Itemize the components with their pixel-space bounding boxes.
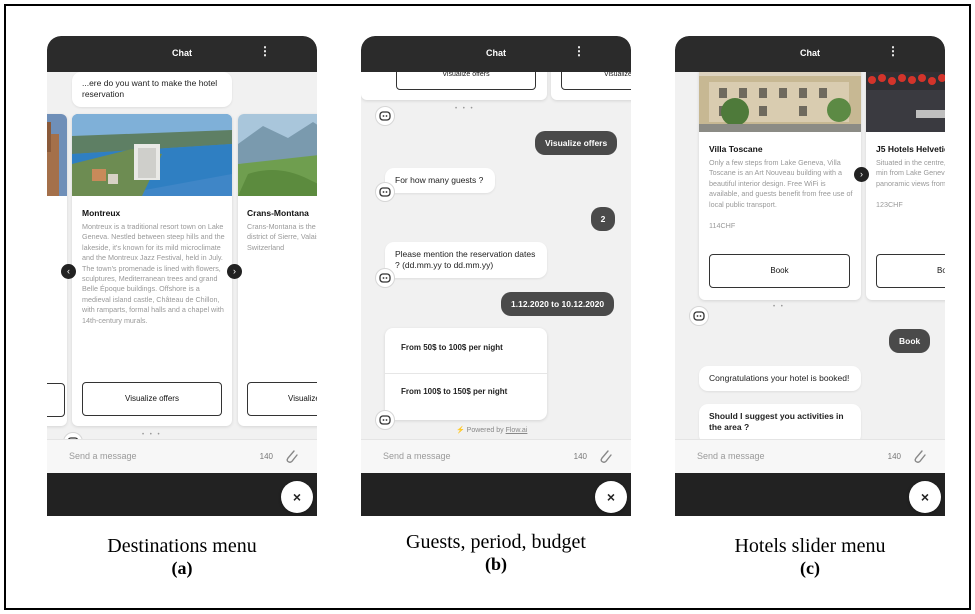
chat-header: Chat ⋮	[361, 36, 631, 72]
attachment-icon[interactable]	[283, 447, 299, 465]
caption-label: (a)	[171, 558, 193, 578]
bot-message-text: ...ere do you want to make the hotel res…	[82, 78, 218, 99]
card-description: Crans-Montana is the district of Sierre,…	[247, 222, 317, 252]
bot-avatar	[375, 182, 395, 202]
char-counter: 140	[887, 452, 901, 461]
close-chat-button[interactable]: ×	[281, 481, 313, 513]
caption-title: Hotels slider menu	[734, 535, 886, 557]
slider-prev-arrow[interactable]: ‹	[61, 264, 76, 279]
powered-by: ⚡ Powered by Flow.ai	[456, 426, 527, 434]
bot-face-icon	[379, 187, 391, 197]
lightning-icon: ⚡	[456, 427, 465, 434]
attachment-icon[interactable]	[597, 447, 613, 465]
close-chat-button[interactable]: ×	[595, 481, 627, 513]
hotel-card-j5-helvetie: J5 Hotels Helvetie Situated in the centr…	[866, 60, 945, 300]
caption-label: (c)	[800, 558, 820, 578]
close-chat-button[interactable]: ×	[909, 481, 941, 513]
more-options-icon[interactable]: ⋮	[887, 45, 899, 57]
attachment-icon[interactable]	[911, 447, 927, 465]
powered-by-text: Powered by	[466, 427, 504, 434]
caption-a: Destinations menu (a)	[52, 535, 312, 579]
bot-message: Should I suggest you activities in the a…	[699, 404, 861, 444]
bot-avatar	[375, 410, 395, 430]
bot-avatar	[375, 106, 395, 126]
card-title: Crans-Montana	[247, 208, 309, 218]
slider-next-arrow[interactable]: ›	[227, 264, 242, 279]
message-composer: Send a message 140	[361, 439, 631, 473]
chat-title: Chat	[800, 48, 820, 58]
caption-title: Guests, period, budget	[406, 531, 586, 553]
slider-dots: • • •	[142, 432, 162, 438]
bot-message: ...ere do you want to make the hotel res…	[72, 72, 232, 107]
visualize-offers-button-partial[interactable]	[47, 383, 65, 417]
flow-ai-link[interactable]: Flow.ai	[506, 427, 528, 434]
bot-avatar	[689, 306, 709, 326]
message-composer: Send a message 140	[47, 439, 317, 473]
bot-face-icon	[379, 415, 391, 425]
caption-title: Destinations menu	[107, 535, 257, 557]
widget-bottom-bar: ×	[675, 473, 945, 516]
visualize-offers-button[interactable]: Visualize offers	[247, 382, 317, 416]
char-counter: 140	[573, 452, 587, 461]
budget-options: From 50$ to 100$ per night From 100$ to …	[385, 328, 547, 420]
user-message: Book	[889, 329, 931, 353]
chat-title: Chat	[486, 48, 506, 58]
user-message: 1.12.2020 to 10.12.2020	[501, 292, 615, 316]
chat-header: Chat ⋮	[675, 36, 945, 72]
chat-widget-destinations: Chat ⋮ ...ere do you want to make the ho…	[47, 36, 317, 516]
book-button[interactable]: Book	[709, 254, 850, 288]
chat-widget-hotels: Chat ⋮ Villa Toscane Only a few steps fr…	[675, 36, 945, 516]
montreux-image	[72, 114, 232, 196]
bot-message: For how many guests ?	[385, 168, 495, 193]
card-description: Only a few steps from Lake Geneva, Villa…	[709, 158, 853, 209]
bot-message: Congratulations your hotel is booked!	[699, 366, 861, 391]
card-description: Situated in the centre, opposite the Cas…	[876, 158, 945, 188]
caption-b: Guests, period, budget (b)	[366, 531, 626, 575]
more-options-icon[interactable]: ⋮	[259, 45, 271, 57]
message-input[interactable]: Send a message	[697, 451, 765, 461]
chat-header: Chat ⋮	[47, 36, 317, 72]
char-counter: 140	[259, 452, 273, 461]
user-message: 2	[591, 207, 615, 231]
caption-label: (b)	[485, 554, 507, 574]
card-price: 123CHF	[876, 200, 903, 209]
crans-montana-image	[238, 114, 317, 196]
widget-bottom-bar: ×	[361, 473, 631, 516]
chat-widget-guests: Chat ⋮ Visualize offers Visualize offers…	[361, 36, 631, 516]
slider-next-arrow[interactable]: ›	[854, 167, 869, 182]
card-title: Villa Toscane	[709, 144, 763, 154]
slider-dots: • •	[773, 304, 785, 310]
bot-message: Please mention the reservation dates ? (…	[385, 242, 547, 278]
caption-c: Hotels slider menu (c)	[680, 535, 940, 579]
card-title: Montreux	[82, 208, 121, 218]
visualize-offers-button[interactable]: Visualize offers	[82, 382, 222, 416]
card-description: Montreux is a traditional resort town on…	[82, 222, 225, 325]
card-price: 114CHF	[709, 221, 736, 230]
hotel-card-villa-toscane: Villa Toscane Only a few steps from Lake…	[699, 60, 861, 300]
destination-card-crans-montana: Crans-Montana Crans-Montana is the distr…	[238, 114, 317, 426]
message-composer: Send a message 140	[675, 439, 945, 473]
bot-face-icon	[379, 273, 391, 283]
bot-avatar	[375, 268, 395, 288]
user-message: Visualize offers	[535, 131, 618, 155]
destination-card-montreux: Montreux Montreux is a traditional resor…	[72, 114, 232, 426]
chat-title: Chat	[172, 48, 192, 58]
budget-option-50-100[interactable]: From 50$ to 100$ per night	[385, 328, 547, 374]
message-input[interactable]: Send a message	[69, 451, 137, 461]
bot-face-icon	[693, 311, 705, 321]
widget-bottom-bar: ×	[47, 473, 317, 516]
more-options-icon[interactable]: ⋮	[573, 45, 585, 57]
book-button[interactable]: Book	[876, 254, 945, 288]
destination-image-partial	[47, 114, 67, 196]
card-title: J5 Hotels Helvetie	[876, 144, 945, 154]
slider-dots: • • •	[455, 106, 475, 112]
budget-option-100-150[interactable]: From 100$ to 150$ per night	[385, 374, 547, 420]
message-input[interactable]: Send a message	[383, 451, 451, 461]
bot-face-icon	[379, 111, 391, 121]
